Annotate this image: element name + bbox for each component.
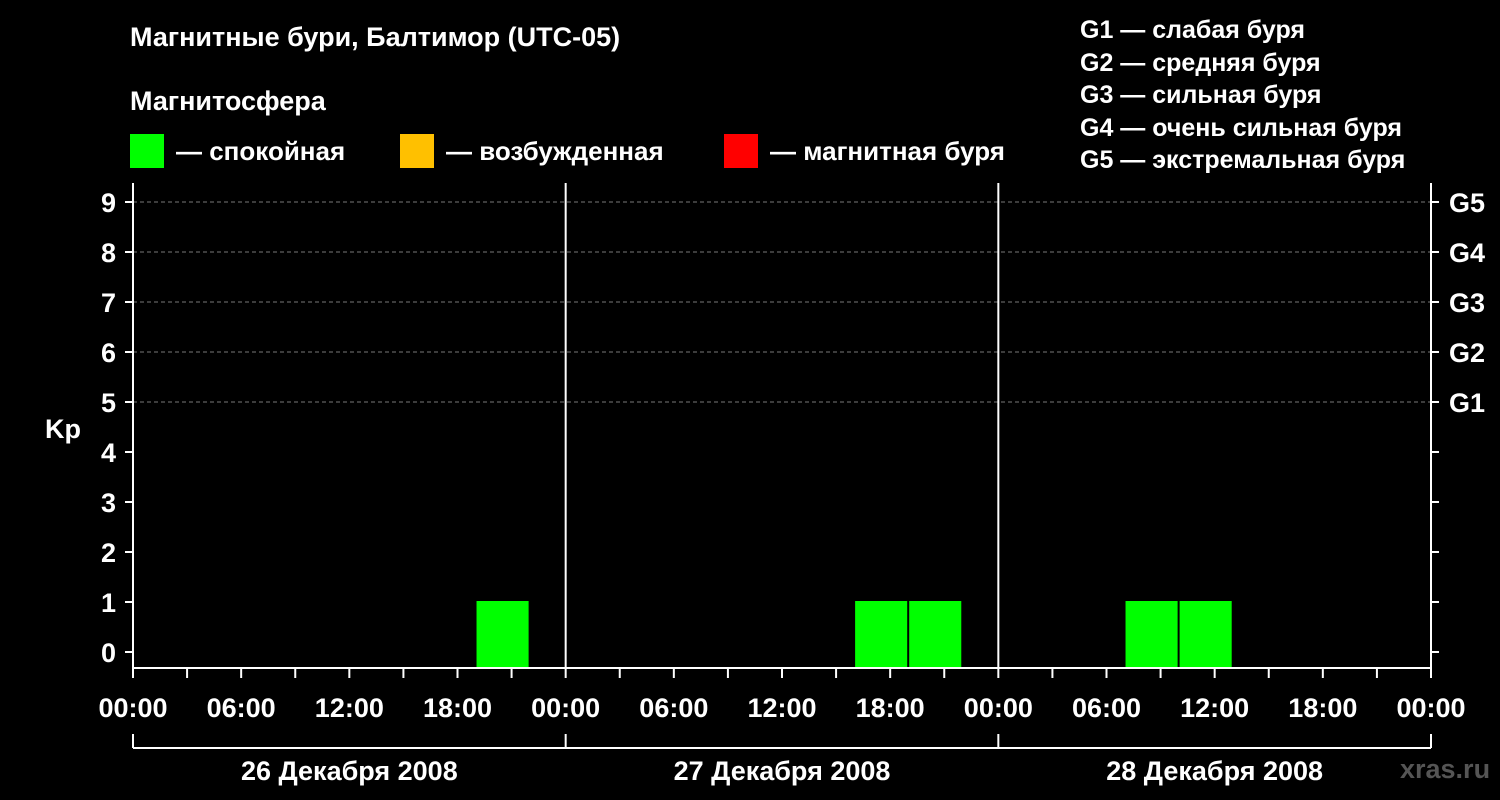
g-level-label: G4 bbox=[1449, 238, 1485, 268]
y-tick-label: 0 bbox=[101, 638, 116, 668]
y-tick-label: 2 bbox=[101, 538, 116, 568]
g-level-label: G1 bbox=[1449, 388, 1485, 418]
y-tick-label: 5 bbox=[101, 388, 116, 418]
kp-bar-1 bbox=[476, 601, 529, 668]
kp-bar-4 bbox=[1125, 601, 1178, 668]
day-label: 28 Декабря 2008 bbox=[1106, 756, 1323, 786]
y-axis-label: Kp bbox=[45, 414, 81, 444]
y-tick-label: 7 bbox=[101, 288, 116, 318]
x-tick-label: 18:00 bbox=[423, 693, 492, 723]
kp-chart: 0 1 2 3 4 5 6 7 8 9 G1 G2 G3 G4 G5 Kp 00:00 06:00 12:00 18:… bbox=[45, 183, 1485, 786]
x-tick-label: 00:00 bbox=[98, 693, 167, 723]
kp-bar-2 bbox=[855, 601, 908, 668]
x-tick-label: 18:00 bbox=[856, 693, 925, 723]
x-tick-label: 06:00 bbox=[207, 693, 276, 723]
x-tick-label: 06:00 bbox=[639, 693, 708, 723]
g-level-label: G2 bbox=[1449, 338, 1485, 368]
day-label: 27 Декабря 2008 bbox=[674, 756, 891, 786]
kp-bar-3 bbox=[909, 601, 962, 668]
kp-bar-5 bbox=[1179, 601, 1232, 668]
y-tick-label: 1 bbox=[101, 588, 116, 618]
watermark: xras.ru bbox=[1400, 754, 1491, 784]
y-tick-label: 3 bbox=[101, 488, 116, 518]
x-tick-label: 18:00 bbox=[1288, 693, 1357, 723]
g-level-label: G3 bbox=[1449, 288, 1485, 318]
y-tick-label: 4 bbox=[101, 438, 116, 468]
x-tick-label: 00:00 bbox=[1396, 693, 1465, 723]
day-label: 26 Декабря 2008 bbox=[241, 756, 458, 786]
x-tick-label: 00:00 bbox=[964, 693, 1033, 723]
x-tick-label: 00:00 bbox=[531, 693, 600, 723]
y-tick-label: 6 bbox=[101, 338, 116, 368]
x-tick-label: 12:00 bbox=[1180, 693, 1249, 723]
x-tick-label: 06:00 bbox=[1072, 693, 1141, 723]
g-level-label: G5 bbox=[1449, 188, 1485, 218]
y-tick-label: 9 bbox=[101, 188, 116, 218]
x-tick-label: 12:00 bbox=[315, 693, 384, 723]
x-tick-label: 12:00 bbox=[747, 693, 816, 723]
y-tick-label: 8 bbox=[101, 238, 116, 268]
